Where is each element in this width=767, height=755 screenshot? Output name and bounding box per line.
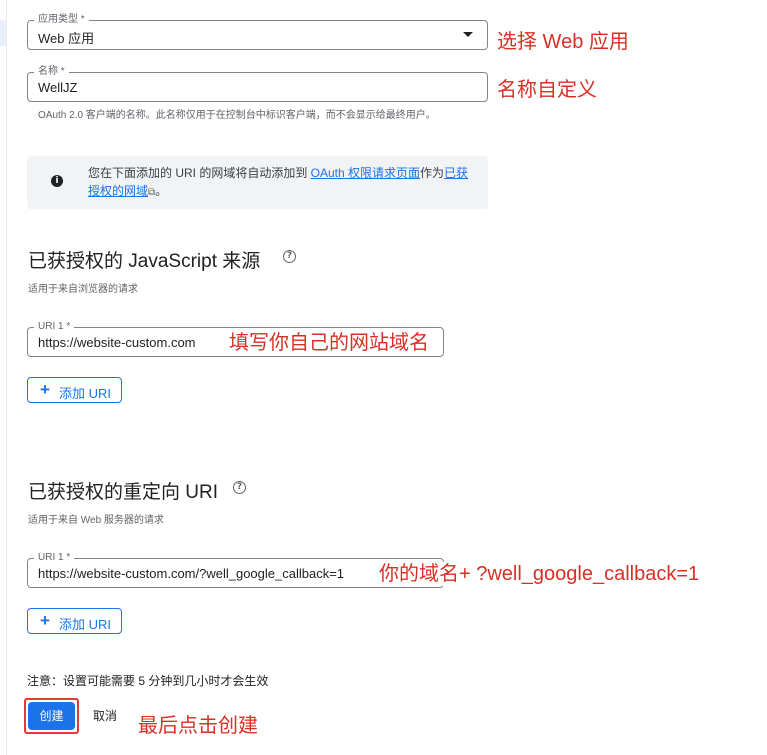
create-button[interactable]: 创建 [28,702,75,730]
add-redirect-uri-label: 添加 URI [59,617,112,632]
app-type-label: 应用类型 * [34,14,89,26]
annotation-app-type: 选择 Web 应用 [497,31,629,53]
oauth-consent-link[interactable]: OAuth 权限请求页面 [311,166,420,180]
annotation-redirect-uri: 你的域名+ ?well_google_callback=1 [379,562,702,586]
annotation-create: 最后点击创建 [138,715,258,737]
info-text-after: 。 [155,184,168,198]
name-label: 名称 * [34,66,69,78]
annotation-name: 名称自定义 [497,79,597,101]
help-circle-icon[interactable]: ? [283,250,296,263]
js-origins-subtitle: 适用于来自浏览器的请求 [28,284,138,295]
plus-icon: + [40,380,50,399]
cancel-button[interactable]: 取消 [84,702,126,730]
info-icon: i [51,175,63,187]
js-origin-uri-label: URI 1 * [34,321,75,333]
redirect-uri-value: https://website-custom.com/?well_google_… [38,566,345,581]
redirect-uris-subtitle: 适用于来自 Web 服务器的请求 [28,515,164,526]
help-circle-icon[interactable]: ? [233,481,246,494]
name-helper-text: OAuth 2.0 客户端的名称。此名称仅用于在控制台中标识客户端，而不会显示给… [38,110,436,121]
js-origin-uri-value: https://website-custom.com [38,335,196,350]
name-value: WellJZ [38,80,78,95]
info-text-before: 您在下面添加的 URI 的网域将自动添加到 [88,166,311,180]
left-panel-divider [6,0,7,755]
add-redirect-uri-button[interactable]: + 添加 URI [27,608,122,634]
dropdown-arrow-icon[interactable] [463,32,473,37]
app-type-value: Web 应用 [38,31,95,46]
info-banner-text: 您在下面添加的 URI 的网域将自动添加到 OAuth 权限请求页面作为已获授权… [88,164,478,202]
left-panel-selected-indicator [0,20,6,46]
settings-note: 注意：设置可能需要 5 分钟到几小时才会生效 [27,674,269,688]
info-text-middle: 作为 [420,166,445,180]
js-origins-title: 已获授权的 JavaScript 来源 [28,251,261,272]
redirect-uri-label: URI 1 * [34,552,75,564]
annotation-js-origin: 填写你自己的网站域名 [229,331,431,355]
add-js-origin-label: 添加 URI [59,386,112,401]
info-banner: i 您在下面添加的 URI 的网域将自动添加到 OAuth 权限请求页面作为已获… [27,156,488,209]
app-type-select[interactable]: 应用类型 * Web 应用 [27,14,488,50]
redirect-uris-title: 已获授权的重定向 URI [28,482,219,503]
add-js-origin-button[interactable]: + 添加 URI [27,377,122,403]
name-input[interactable]: 名称 * WellJZ [27,66,488,102]
plus-icon: + [40,611,50,630]
